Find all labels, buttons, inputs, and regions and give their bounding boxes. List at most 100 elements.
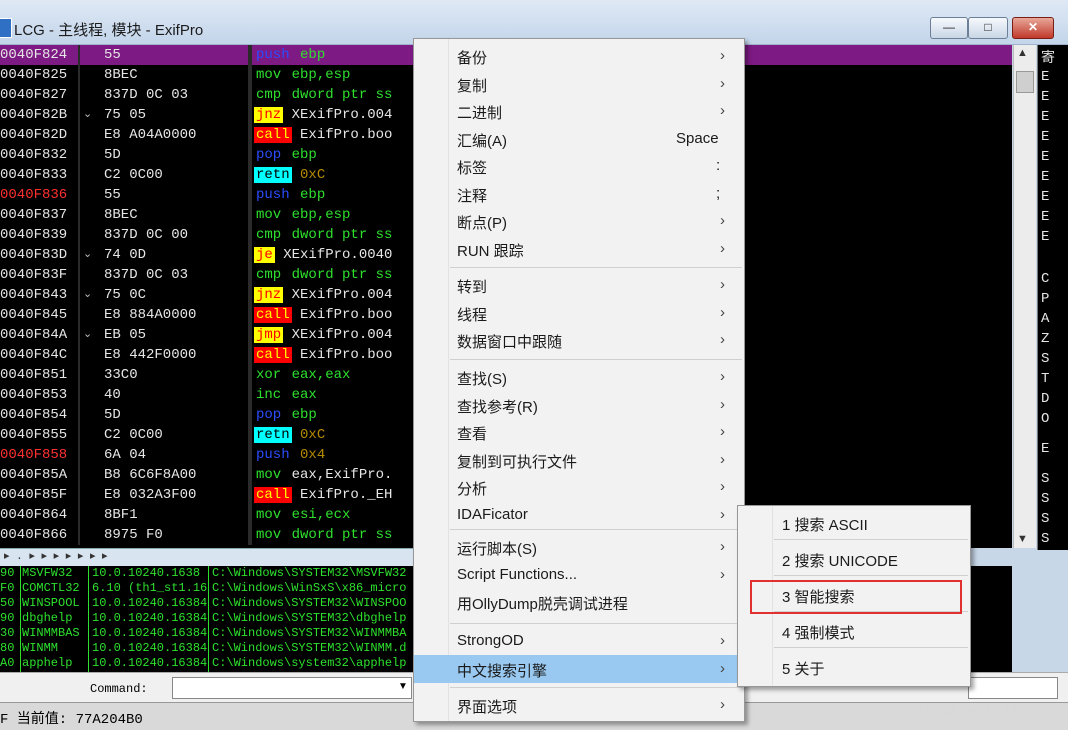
module-name: WINSPOOL — [22, 596, 80, 610]
registers-pane[interactable]: 寄EEEEEEEEECPAZSTDOESSSS — [1037, 45, 1068, 550]
menu-item-2-2[interactable]: 查看 › — [414, 418, 744, 446]
column-divider — [78, 45, 80, 65]
module-path: C:\Windows\SYSTEM32\WINMM.d — [212, 641, 407, 655]
mnemonic: mov — [256, 67, 282, 83]
operand: ebp — [291, 147, 317, 163]
submenu-item-2[interactable]: 2 搜索 UNICODE — [738, 542, 970, 576]
register-label[interactable]: E — [1041, 189, 1049, 205]
column-divider — [248, 285, 252, 305]
mnemonic: call — [254, 347, 292, 363]
operand: dword ptr ss — [291, 227, 393, 243]
submenu-item-label: 4 强制模式 — [782, 625, 855, 642]
address-cell: 0040F84C — [0, 347, 68, 363]
mnemonic: pop — [256, 147, 282, 163]
scroll-up-icon[interactable]: ▲ — [1017, 47, 1028, 59]
menu-item-3-2[interactable]: 用OllyDump脱壳调试进程 — [414, 588, 744, 616]
menu-item-2-5[interactable]: IDAFicator › — [414, 501, 744, 529]
register-label[interactable]: E — [1041, 89, 1049, 105]
register-label[interactable]: Z — [1041, 331, 1049, 347]
operand: XExifPro.0040 — [283, 247, 393, 263]
command-secondary-field[interactable] — [968, 677, 1058, 699]
register-label[interactable]: A — [1041, 311, 1049, 327]
menu-item-label: 运行脚本(S) — [457, 541, 537, 558]
submenu-item-label: 1 搜索 ASCII — [782, 517, 868, 534]
operand: ExifPro._EH — [300, 487, 393, 503]
menu-item-label: 断点(P) — [457, 215, 507, 232]
maximize-button[interactable]: □ — [968, 17, 1008, 39]
module-name: WINMMBAS — [22, 626, 80, 640]
module-path: C:\Windows\WinSxS\x86_micro — [212, 581, 407, 595]
address-cell: 0040F837 — [0, 207, 68, 223]
register-label[interactable]: E — [1041, 441, 1049, 457]
register-label[interactable]: E — [1041, 149, 1049, 165]
register-label[interactable]: E — [1041, 69, 1049, 85]
menu-item-1-2[interactable]: 数据窗口中跟随 › — [414, 326, 744, 354]
register-label[interactable]: C — [1041, 271, 1049, 287]
hex-dump-cell: EB 05 — [104, 327, 147, 343]
module-version: 10.0.10240.16384 — [92, 626, 208, 640]
column-divider — [208, 566, 209, 672]
menu-item-2-1[interactable]: 查找参考(R) › — [414, 391, 744, 419]
menu-item-0-4[interactable]: 标签: — [414, 152, 744, 180]
instruction-cell: call ExifPro.boo — [254, 125, 392, 145]
instruction-cell: call ExifPro._EH — [254, 485, 392, 505]
address-cell: 0040F864 — [0, 507, 68, 523]
menu-item-2-3[interactable]: 复制到可执行文件 › — [414, 446, 744, 474]
column-divider — [78, 285, 80, 305]
menu-item-2-0[interactable]: 查找(S) › — [414, 363, 744, 391]
scroll-down-icon[interactable]: ▼ — [1017, 533, 1028, 545]
menu-item-0-3[interactable]: 汇编(A) Space — [414, 125, 744, 153]
register-label[interactable]: E — [1041, 109, 1049, 125]
submenu-item-5[interactable]: 5 关于 — [738, 650, 970, 684]
minimize-button[interactable]: — — [930, 17, 968, 39]
submenu-item-4[interactable]: 4 强制模式 — [738, 614, 970, 648]
column-divider — [248, 385, 252, 405]
menu-item-3-0[interactable]: 运行脚本(S) › — [414, 533, 744, 561]
submenu-item-1[interactable]: 1 搜索 ASCII — [738, 506, 970, 540]
register-label[interactable]: S — [1041, 511, 1049, 527]
command-input[interactable] — [172, 677, 412, 699]
column-divider — [78, 465, 80, 485]
column-divider — [248, 205, 252, 225]
register-label[interactable]: O — [1041, 411, 1049, 427]
register-label[interactable]: S — [1041, 471, 1049, 487]
register-label[interactable]: E — [1041, 209, 1049, 225]
menu-item-1-1[interactable]: 线程 › — [414, 299, 744, 327]
hex-dump-cell: 55 — [104, 187, 121, 203]
menu-item-label: IDAFicator — [457, 506, 528, 523]
menu-item-0-2[interactable]: 二进制 › — [414, 97, 744, 125]
menu-item-1-0[interactable]: 转到 › — [414, 271, 744, 299]
instruction-cell: push ebp — [254, 45, 325, 65]
pane-splitter[interactable]: ▸ . ▸ ▸ ▸ ▸ ▸ ▸ ▸ — [0, 548, 420, 567]
register-label[interactable]: E — [1041, 129, 1049, 145]
instruction-cell: cmp dword ptr ss — [254, 265, 392, 285]
register-label[interactable]: T — [1041, 371, 1049, 387]
register-label[interactable]: E — [1041, 229, 1049, 245]
menu-item-0-0[interactable]: 备份 › — [414, 42, 744, 70]
menu-item-5-0[interactable]: 界面选项 › — [414, 691, 744, 719]
close-button[interactable]: ✕ — [1012, 17, 1054, 39]
register-label[interactable]: E — [1041, 169, 1049, 185]
mnemonic: retn — [254, 427, 292, 443]
register-label[interactable]: P — [1041, 291, 1049, 307]
menu-item-0-5[interactable]: 注释; — [414, 180, 744, 208]
menu-item-4-0[interactable]: StrongOD › — [414, 627, 744, 655]
jump-arrow-icon: ⌄ — [83, 109, 93, 121]
instruction-cell: pop ebp — [254, 405, 317, 425]
disassembly-scrollbar[interactable]: ▲ ▼ — [1013, 45, 1036, 548]
menu-item-4-1[interactable]: 中文搜索引擎 › — [414, 655, 744, 683]
scroll-thumb[interactable] — [1016, 71, 1034, 93]
register-label[interactable]: S — [1041, 531, 1049, 547]
register-label[interactable]: D — [1041, 391, 1049, 407]
command-dropdown-icon[interactable]: ▼ — [398, 681, 408, 692]
menu-item-0-6[interactable]: 断点(P) › — [414, 207, 744, 235]
menu-item-0-7[interactable]: RUN 跟踪 › — [414, 235, 744, 263]
menu-item-0-1[interactable]: 复制 › — [414, 70, 744, 98]
menu-item-3-1[interactable]: Script Functions... › — [414, 561, 744, 589]
submenu-item-label: 5 关于 — [782, 661, 825, 678]
menu-item-2-4[interactable]: 分析 › — [414, 473, 744, 501]
register-label[interactable]: S — [1041, 351, 1049, 367]
instruction-cell: xor eax,eax — [254, 365, 350, 385]
register-label[interactable]: S — [1041, 491, 1049, 507]
instruction-cell: cmp dword ptr ss — [254, 85, 392, 105]
